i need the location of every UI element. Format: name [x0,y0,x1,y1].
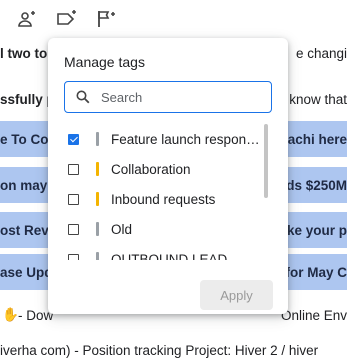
tag-label: OUTBOUND LEAD [111,251,228,261]
tag-item-old[interactable]: Old [48,214,268,244]
email-row-left-text: ase Upd [0,264,53,280]
email-row-right-text: for May C [285,264,347,280]
tag-item-feature-launch[interactable]: Feature launch respons... [48,124,268,154]
tag-checkbox[interactable] [68,193,79,205]
email-row-left-text: ost Rev [0,222,49,238]
tag-label: Inbound requests [111,191,216,207]
email-row-left-text: on may [0,177,48,193]
tag-checkbox[interactable] [68,163,79,175]
tag-color-bar [96,222,99,236]
tag-item-inbound-requests[interactable]: Inbound requests [48,184,268,214]
tag-label: Feature launch respons... [111,131,261,147]
add-flag-button[interactable] [94,6,120,32]
tag-checkbox[interactable] [68,133,79,145]
tag-item-outbound-lead[interactable]: OUTBOUND LEAD [48,244,268,260]
tag-checkbox[interactable] [68,253,79,260]
search-icon [75,89,91,110]
tag-color-bar [96,252,99,260]
tag-search-box[interactable] [64,81,272,113]
tag-color-bar [96,162,99,176]
tag-color-bar [96,192,99,206]
email-row-right-text: achi here [287,131,347,147]
tag-checkbox[interactable] [68,223,79,235]
flag-add-icon [98,11,115,27]
add-contact-icon [18,11,35,27]
tag-search-input[interactable] [101,86,266,108]
email-row-left-text: e To Co [0,131,49,147]
popover-title: Manage tags [64,54,145,70]
attachment-emoji-icon: ✋ [2,307,19,322]
email-row-left-text: ssfully p [0,91,55,107]
email-row-right-text: ke your p [286,222,347,238]
label-add-icon [57,10,76,25]
tag-list-scrollbar[interactable] [264,124,268,198]
manage-tags-popover: Manage tags Feature launch respons... Co… [48,38,288,314]
tag-list: Feature launch respons... Collaboration … [48,124,288,260]
apply-button[interactable]: Apply [200,280,273,310]
email-row-right-text: know that [289,91,347,107]
tag-label: Collaboration [111,161,191,177]
email-row-left-text: iverha com) - Position tracking Project:… [0,342,319,358]
tag-color-bar [96,132,99,146]
tag-item-collaboration[interactable]: Collaboration [48,154,268,184]
email-row-right-text: e changi [295,45,347,61]
email-row-right-text: ds $250M [286,177,347,193]
email-row-right-text: Online Env [280,307,347,323]
add-contact-button[interactable] [14,6,40,32]
toolbar [0,0,347,38]
add-tag-button[interactable] [54,6,80,32]
email-row-left-text: l two to [0,45,48,61]
tag-label: Old [111,221,133,237]
email-row[interactable]: iverha com) - Position tracking Project:… [0,340,347,360]
